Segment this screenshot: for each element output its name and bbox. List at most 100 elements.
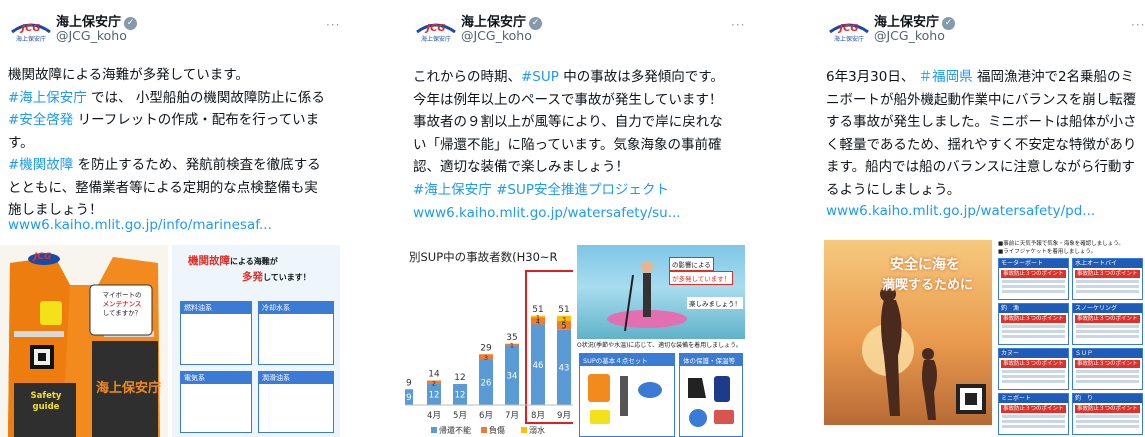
post-text: 機関故障による海難が多発しています。 #海上保安庁 では、 小型船舶の機関故障防止… [8,64,325,222]
sheet-cell-line [1076,380,1139,383]
post-link[interactable]: www6.kaiho.mlit.go.jp/watersafety/pd... [826,203,1095,219]
sheet-cell: スノーケリング 事故防止３つのポイント [1072,303,1143,345]
sheet-cell: モーターボート 事故防止３つのポイント [998,258,1069,300]
sheet-cell-line [1076,285,1139,288]
bar-value-label: 3 [484,354,488,362]
logo-text: JCG [837,23,858,34]
account-handle[interactable]: @JCG_koho [56,28,127,43]
bar-total-label: 51 [532,305,543,315]
post-card-2[interactable]: JCG 海上保安庁 海上保安庁 ✓ @JCG_koho ··· これからの時期、#… [405,0,745,437]
hashtag-link[interactable]: #海上保安庁 [8,90,87,106]
post-card-3[interactable]: JCG 海上保安庁 海上保安庁 ✓ @JCG_koho ··· 6年3月30日、 … [818,0,1145,437]
sheet-cell-title: 釣 り [1073,394,1142,403]
post-text-line: 今年は例年以上のペースで事故が発生しています！ [413,89,724,112]
post-link[interactable]: www6.kaiho.mlit.go.jp/watersafety/su... [413,205,681,221]
sheet-cell-line [1002,325,1065,328]
hashtag-link[interactable]: #安全啓発 [8,112,73,128]
sheet-cell: カヌー 事故防止３つのポイント [998,348,1069,390]
sup-photo: の影響による が多発しています！ 楽しみましょう！ [577,245,745,339]
logo-subtext: 海上保安庁 [834,35,864,43]
more-options-icon[interactable]: ··· [731,18,745,32]
jcg-logo-icon[interactable]: JCG 海上保安庁 [828,14,870,44]
flyer-box: 冷却水系 [258,301,334,365]
post-text-line: #海上保安庁 #SUP安全推進プロジェクト [413,179,724,202]
sup-chart-image[interactable]: 別SUP中の事故者数(H30~R 9 9 12 2 14 4月 12 12 5月 26 3 29 6月 3… [405,245,573,437]
x-tick-label: 9月 [557,411,571,421]
sheet-cell: 釣 り事故防止３つのポイント [1072,393,1143,435]
bar-value-label: 26 [481,378,492,388]
sheet-cell-line [1076,290,1139,293]
text-segment: 6年3月30日、 [826,69,919,85]
post-text: 6年3月30日、 ＃福岡県 福岡漁港沖で2名乗船のミ ニボートが船外機起動作業中に… [826,66,1137,201]
flyer-box-title: 電気系 [181,372,251,384]
sheet-cell-title: カヌー [999,349,1068,358]
photo-caption: が多発しています！ [669,271,734,285]
sheet-header: ■事前に天気予報で気象・海象を確認しましょう。 [998,241,1124,247]
flyer-box: 燃料油系 [180,301,252,365]
beach-poster-image[interactable]: 安全に海を 満喫するために [824,240,992,425]
hashtag-link[interactable]: #SUP [521,69,559,85]
vest-badge-line: してますか？ [102,309,142,317]
post-text-line: ます。船内では船のバランスに注意しながら行動す [826,156,1137,179]
post-link[interactable]: www6.kaiho.mlit.go.jp/info/marinesaf... [8,217,272,233]
sheet-cell-title: スノーケリング [1073,304,1142,313]
vest-org-text: 海上保安庁 [96,381,162,396]
text-segment: では、 小型船舶の機関故障防止に係る [86,89,325,106]
flyer-box-title: 冷却水系 [259,302,333,314]
bar-partial-label: 9 [406,393,412,403]
sheet-cell-line [1002,375,1065,378]
post-text-line: 認、適切な装備で楽しみましょう！ [413,156,724,179]
text-segment: く軽量であるため、揺れやすく不安定な特徴があり [826,136,1137,153]
hashtag-link[interactable]: #機関故障 [8,157,73,173]
account-handle[interactable]: @JCG_koho [874,28,945,43]
flyer-title-red: 多発 [242,271,263,283]
text-segment: 今年は例年以上のペースで事故が発生しています！ [413,91,723,108]
bar-total-label: 29 [480,343,492,353]
more-options-icon[interactable]: ··· [326,18,340,32]
vest-badge-line: メンテナンス [102,300,142,308]
poster-line-1: 安全に海を [890,257,960,273]
account-handle[interactable]: @JCG_koho [461,28,532,43]
post-media-3[interactable]: 安全に海を 満喫するために ■事前に天気予報で気象・海象を確認しましょう。 ■ラ… [818,240,1145,437]
legend-label: 負傷 [489,425,505,435]
post-media-1[interactable]: JCG マイボートの メンテナンス してますか？ Safety guide 海上… [0,245,340,437]
text-segment: 施しましょう！ [8,202,103,218]
safety-vest-image[interactable]: JCG マイボートの メンテナンス してますか？ Safety guide 海上… [0,245,168,437]
sheet-cell-line [1002,415,1065,418]
post-text-line: 事故者の９割以上が風等により、自力で岸に戻れな [413,111,724,134]
more-options-icon[interactable]: ··· [1131,18,1145,32]
sheet-cell-line [1076,370,1139,373]
sheet-cell-line [1076,325,1139,328]
sup-photos-image[interactable]: の影響による が多発しています！ 楽しみましょう！ O状況(季節や水温)に応じて… [577,245,745,437]
poster-line-2: 満喫するために [882,278,974,293]
legend-swatch [521,427,527,433]
post-card-1[interactable]: JCG 海上保安庁 海上保安庁 ✓ @JCG_koho ··· 機関故障による海難… [0,0,340,437]
post-media-2[interactable]: 別SUP中の事故者数(H30~R 9 9 12 2 14 4月 12 12 5月 26 3 29 6月 3… [405,245,745,437]
text-segment: 事故者の９割以上が風等により、自力で岸に戻れな [413,114,723,130]
sheet-cell-point: 事故防止３つのポイント [1075,315,1140,323]
sheet-cell-title: 釣 漁 [999,304,1068,313]
safety-sheet-image[interactable]: ■事前に天気予報で気象・海象を確認しましょう。 ■ライフジャケットを着用しましょ… [996,240,1145,437]
flyer-box-title: 燃料油系 [181,302,251,314]
flyer-title-red: 機関故障 [188,255,230,267]
jcg-logo-icon[interactable]: JCG 海上保安庁 [415,14,457,44]
text-segment: を防止するため、発航前検査を徹底する [73,157,321,173]
hashtag-link[interactable]: ＃福岡県 [919,69,973,85]
flyer-box-title: 潤滑油系 [259,372,333,384]
sheet-cell-line [1002,330,1065,333]
flyer-box: 潤滑油系 [258,371,334,433]
sheet-cell: ＳＵＰ 事故防止３つのポイント [1072,348,1143,390]
text-segment: 機関故障による海難が多発しています。 [8,67,249,83]
gear-box: 体の保護・保温等 [679,353,743,437]
bar-total-label: 12 [454,373,465,383]
flyer-image[interactable]: 機関故障による海難が 多発しています！ 燃料油系 冷却水系 電気系 潤滑油系 [172,245,340,437]
jcg-logo-icon[interactable]: JCG 海上保安庁 [10,14,52,44]
hashtag-link[interactable]: #SUP安全推進プロジェクト [496,182,669,198]
flyer-title-rest: による海難が [230,257,278,266]
hashtag-link[interactable]: #海上保安庁 [413,182,492,198]
text-segment: す。 [8,134,34,151]
post-text-line: す。 [8,132,325,155]
legend-swatch [481,427,487,433]
sheet-cell-point: 事故防止３つのポイント [1075,360,1140,368]
post-text: これからの時期、#SUP 中の事故は多発傾向です。 今年は例年以上のペースで事故が… [413,66,724,201]
